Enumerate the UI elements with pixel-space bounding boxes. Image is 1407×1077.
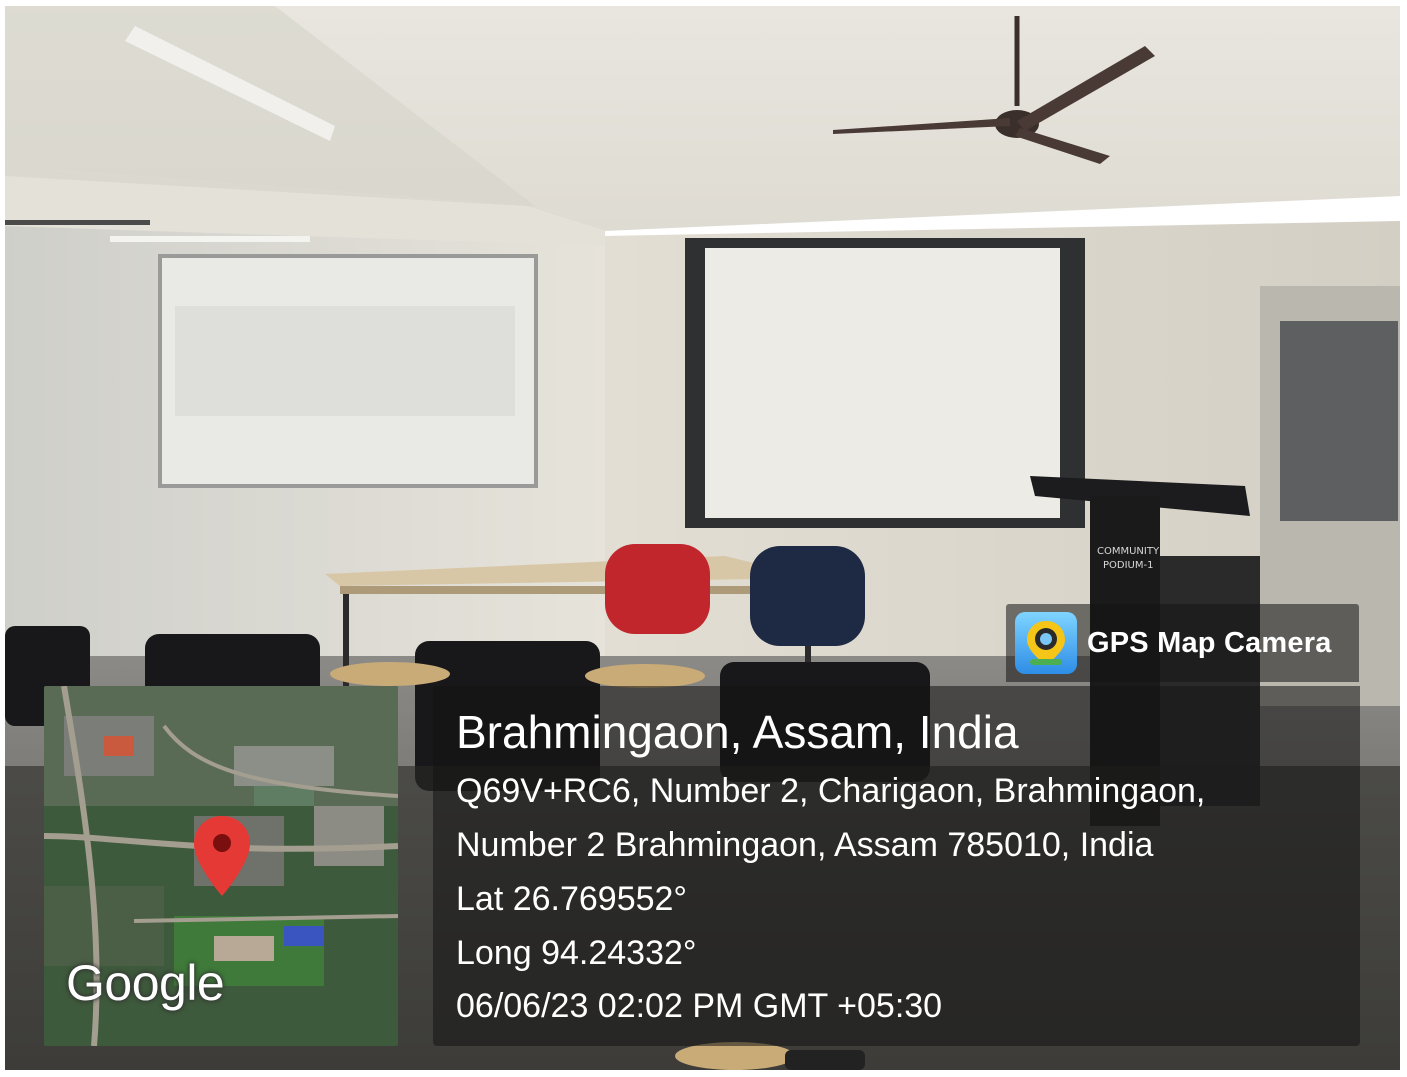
google-logo: Google [66,955,225,1011]
camera-map-pin-icon [1015,612,1077,674]
address-line-1: Q69V+RC6, Number 2, Charigaon, Brahminga… [456,772,1206,810]
podium-label-2: PODIUM-1 [1103,560,1153,571]
satellite-map-thumbnail: Google [44,686,398,1046]
timestamp: 06/06/23 02:02 PM GMT +05:30 [456,987,943,1025]
address-line-2: Number 2 Brahmingaon, Assam 785010, Indi… [456,826,1154,864]
latitude: Lat 26.769552° [456,880,688,918]
watermark-brand: GPS Map Camera [1006,604,1359,682]
location-title: Brahmingaon, Assam, India [456,706,1019,758]
app-name: GPS Map Camera [1087,626,1332,659]
location-info-panel: Brahmingaon, Assam, India Q69V+RC6, Numb… [433,686,1360,1046]
longitude: Long 94.24332° [456,934,697,972]
podium-label-1: COMMUNITY [1097,546,1160,557]
